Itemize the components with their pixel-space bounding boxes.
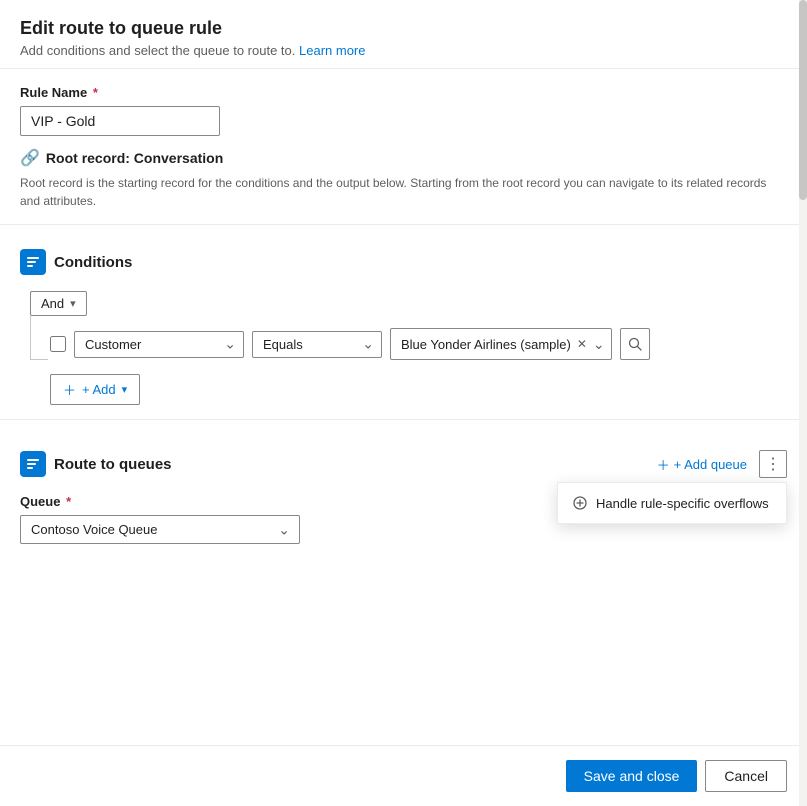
route-section: Route to queues ＋ + Add queue ⋮ — [0, 450, 807, 544]
conditions-area: And ▾ Customer Subject Status Channel — [20, 291, 787, 405]
root-record-icon: 🔗 — [20, 148, 40, 168]
condition-checkbox[interactable] — [50, 336, 66, 352]
route-section-title: Route to queues — [54, 456, 172, 473]
more-options-button[interactable]: ⋮ — [759, 450, 787, 478]
add-queue-plus-icon: ＋ — [657, 455, 670, 474]
scrollbar-thumb[interactable] — [799, 0, 807, 200]
overflow-icon — [572, 495, 588, 511]
condition-operator-wrapper: Equals Does not equal Contains Is null — [252, 331, 382, 358]
condition-field-wrapper: Customer Subject Status Channel — [74, 331, 244, 358]
divider-2 — [0, 419, 807, 420]
main-container: Edit route to queue rule Add conditions … — [0, 0, 807, 806]
rule-name-label: Rule Name * — [20, 85, 787, 100]
conditions-icon — [20, 249, 46, 275]
rule-name-input[interactable] — [20, 106, 220, 136]
add-chevron-icon: ▾ — [122, 383, 128, 396]
route-section-icon — [20, 451, 46, 477]
condition-operator-select[interactable]: Equals Does not equal Contains Is null — [252, 331, 382, 358]
divider-1 — [0, 224, 807, 225]
route-header: Route to queues ＋ + Add queue ⋮ — [20, 450, 787, 478]
queue-required-indicator: * — [62, 494, 71, 509]
root-record-title: Root record: Conversation — [46, 150, 223, 166]
page-title: Edit route to queue rule — [20, 18, 787, 39]
learn-more-link[interactable]: Learn more — [299, 43, 365, 58]
condition-search-button[interactable] — [620, 328, 650, 360]
condition-value-clear-button[interactable]: ✕ — [575, 337, 589, 351]
add-condition-button[interactable]: ＋ + Add ▾ — [50, 374, 140, 405]
save-close-button[interactable]: Save and close — [566, 760, 698, 792]
add-icon: ＋ — [63, 380, 76, 399]
root-record-description: Root record is the starting record for t… — [20, 174, 770, 210]
header-section: Edit route to queue rule Add conditions … — [0, 0, 807, 69]
required-indicator: * — [89, 85, 98, 100]
overflow-dropdown-menu: Handle rule-specific overflows — [557, 482, 787, 524]
add-queue-button[interactable]: ＋ + Add queue — [649, 451, 755, 478]
condition-field-select[interactable]: Customer Subject Status Channel — [74, 331, 244, 358]
cancel-button[interactable]: Cancel — [705, 760, 787, 792]
condition-value-chevron-icon[interactable]: ⌄ — [593, 336, 605, 353]
queue-select[interactable]: Contoso Voice Queue Default Queue Suppor… — [20, 515, 300, 544]
and-operator-dropdown[interactable]: And ▾ — [30, 291, 87, 316]
and-chevron-icon: ▾ — [70, 297, 76, 310]
condition-row: Customer Subject Status Channel Equals D… — [30, 328, 787, 360]
conditions-section: Conditions And ▾ Customer Subject Status — [0, 249, 807, 405]
condition-value-wrapper: Blue Yonder Airlines (sample) ✕ ⌄ — [390, 328, 612, 360]
handle-overflows-menu-item[interactable]: Handle rule-specific overflows — [558, 487, 786, 519]
rule-name-section: Rule Name * — [0, 69, 807, 136]
conditions-title: Conditions — [54, 254, 132, 271]
footer-section: Save and close Cancel — [0, 745, 807, 806]
scrollbar-track[interactable] — [799, 0, 807, 806]
route-header-right: ＋ + Add queue ⋮ Handl — [649, 450, 787, 478]
root-record-section: 🔗 Root record: Conversation Root record … — [0, 136, 807, 210]
page-subtitle: Add conditions and select the queue to r… — [20, 43, 787, 58]
condition-value-text: Blue Yonder Airlines (sample) — [401, 337, 571, 352]
condition-line — [30, 316, 48, 360]
queue-select-wrapper: Contoso Voice Queue Default Queue Suppor… — [20, 515, 300, 544]
